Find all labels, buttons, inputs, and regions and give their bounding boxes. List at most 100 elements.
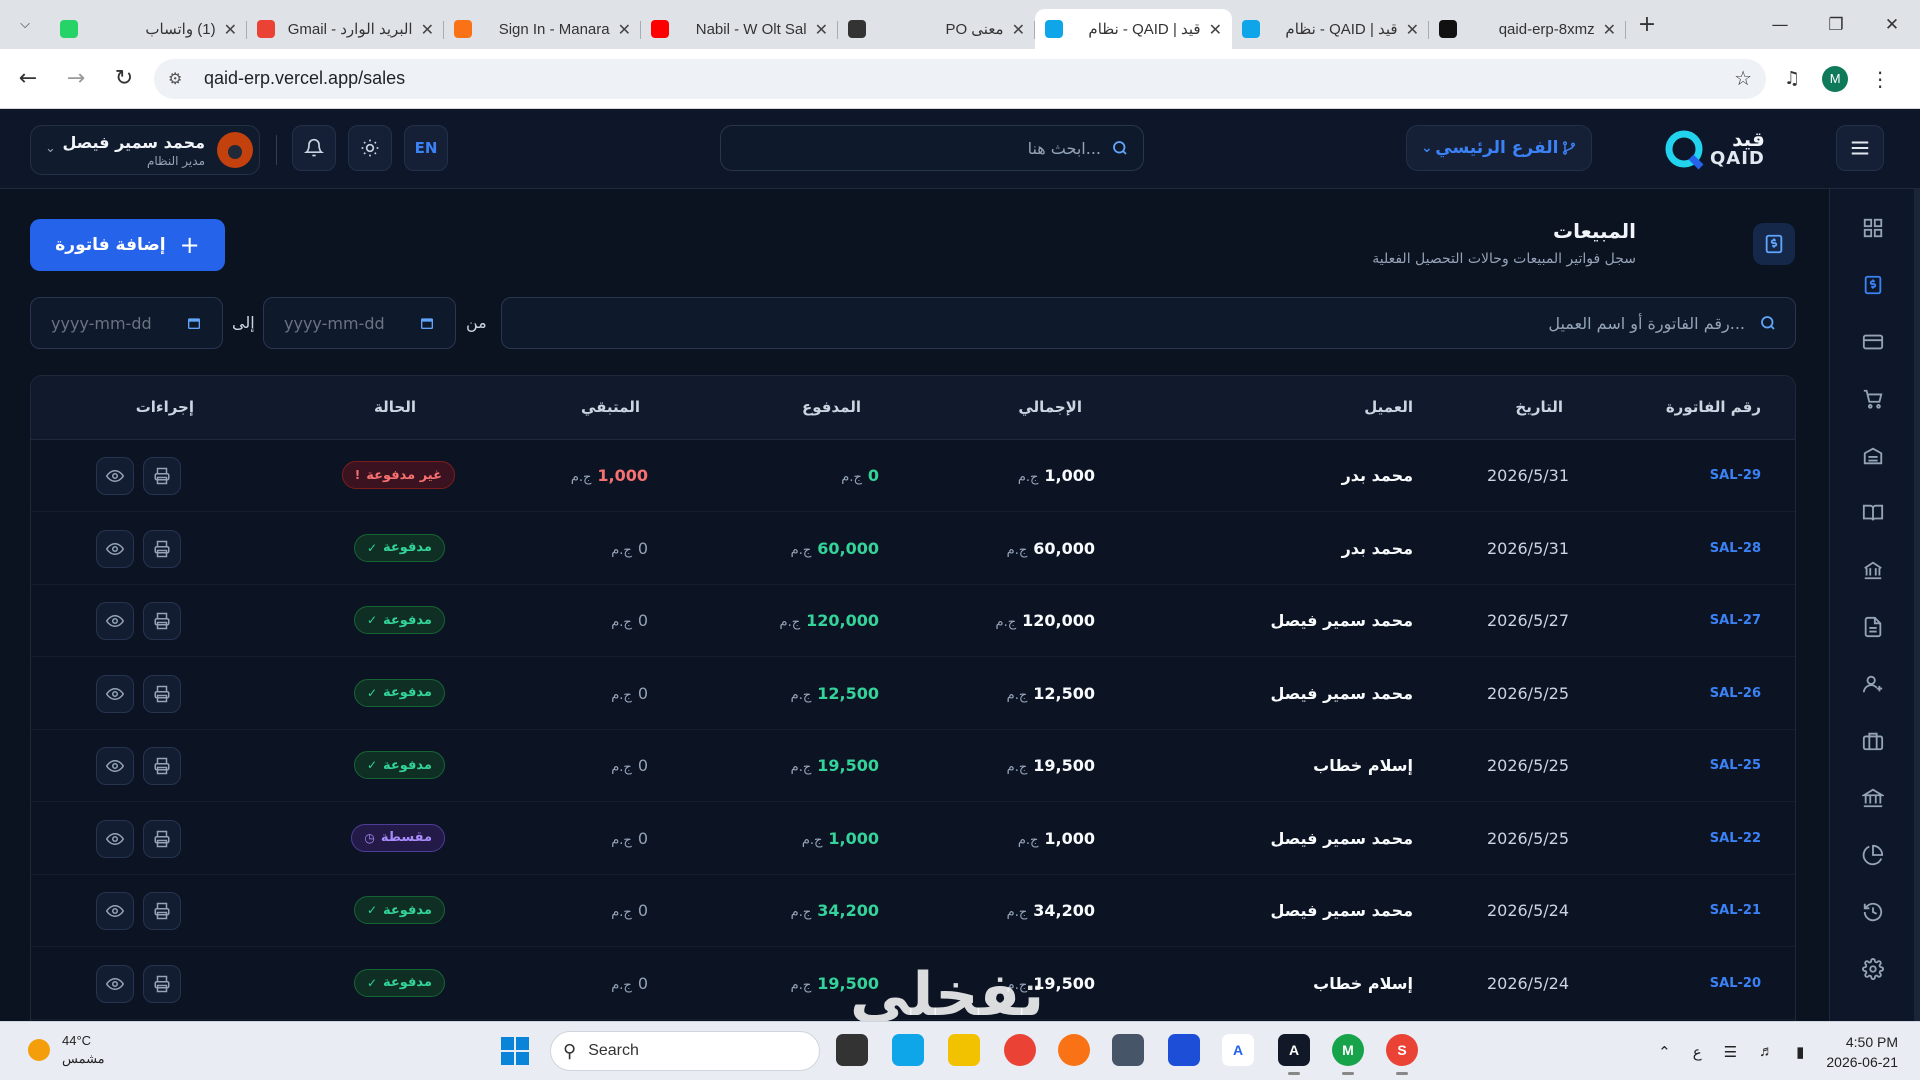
- user-menu[interactable]: ⌄ محمد سمير فيصل مدير النظام: [30, 125, 260, 175]
- browser-tab[interactable]: qaid-erp-8xmz ✕: [1429, 9, 1626, 49]
- invoice-number[interactable]: SAL-28: [1710, 541, 1761, 556]
- print-button[interactable]: [143, 819, 181, 858]
- file-explorer-icon[interactable]: [948, 1034, 980, 1066]
- bookmark-star-icon[interactable]: ☆: [1734, 66, 1752, 91]
- sidebar-item-payments[interactable]: [1856, 325, 1890, 359]
- view-button[interactable]: [96, 457, 134, 495]
- close-window-icon[interactable]: ✕: [1864, 0, 1920, 49]
- weather-widget[interactable]: 44°C مشمس: [28, 1032, 105, 1068]
- profile-avatar[interactable]: M: [1822, 65, 1849, 92]
- start-button[interactable]: [500, 1036, 530, 1070]
- view-button[interactable]: [96, 747, 134, 785]
- sidebar-item-inventory[interactable]: [1856, 439, 1890, 473]
- close-icon[interactable]: ✕: [421, 20, 434, 39]
- language-button[interactable]: EN: [404, 125, 448, 171]
- col-remaining[interactable]: المتبقي: [581, 398, 640, 416]
- invoice-number[interactable]: SAL-20: [1710, 976, 1761, 991]
- branch-selector[interactable]: ⌄ الفرع الرئيسي: [1406, 125, 1592, 171]
- volume-icon[interactable]: ♬: [1759, 1043, 1774, 1060]
- chrome-profile-s-icon[interactable]: S: [1386, 1034, 1418, 1075]
- table-row[interactable]: SAL-21 2026/5/24 محمد سمير فيصل 34,200ج.م 34…: [31, 875, 1795, 947]
- print-button[interactable]: [143, 964, 181, 1003]
- sidebar-item-journal[interactable]: [1856, 496, 1890, 530]
- taskbar-search[interactable]: ⚲ Search: [550, 1031, 820, 1071]
- omnibox[interactable]: ⚙ qaid-erp.vercel.app/sales ☆: [154, 58, 1766, 99]
- invoice-search-input[interactable]: رقم الفاتورة أو اسم العميل...: [501, 297, 1796, 349]
- theme-toggle-button[interactable]: [348, 125, 392, 171]
- close-icon[interactable]: ✕: [224, 20, 237, 39]
- print-button[interactable]: [143, 674, 181, 713]
- battery-icon[interactable]: ▮: [1796, 1043, 1804, 1061]
- hamburger-menu-button[interactable]: [1836, 125, 1884, 171]
- browser-tab[interactable]: Nabil - W Olt Sal ✕: [641, 9, 838, 49]
- browser-menu-icon[interactable]: ⋮: [1870, 67, 1890, 91]
- browser-tab[interactable]: قيد | QAID - نظام ✕: [1035, 9, 1232, 49]
- tray-overflow-icon[interactable]: ⌃: [1658, 1043, 1671, 1061]
- sidebar-item-hr[interactable]: [1856, 724, 1890, 758]
- close-icon[interactable]: ✕: [1406, 20, 1419, 39]
- browser-tab[interactable]: Sign In - Manara ✕: [444, 9, 641, 49]
- reload-icon[interactable]: ↻: [104, 59, 144, 99]
- remote-desktop-icon[interactable]: [1168, 1034, 1200, 1066]
- to-date-input[interactable]: yyyy-mm-dd: [30, 297, 223, 349]
- browser-tab[interactable]: قيد | QAID - نظام ✕: [1232, 9, 1429, 49]
- site-info-icon[interactable]: ⚙: [168, 69, 190, 89]
- from-date-input[interactable]: yyyy-mm-dd: [263, 297, 456, 349]
- invoice-number[interactable]: SAL-22: [1710, 831, 1761, 846]
- invoice-number[interactable]: SAL-21: [1710, 903, 1761, 918]
- col-total[interactable]: الإجمالي: [1018, 398, 1082, 416]
- chrome-icon[interactable]: [1004, 1034, 1036, 1066]
- print-button[interactable]: [143, 747, 181, 785]
- sidebar-item-settings[interactable]: [1856, 952, 1890, 986]
- col-invoice[interactable]: رقم الفاتورة: [1666, 398, 1761, 416]
- invoice-number[interactable]: SAL-25: [1710, 758, 1761, 773]
- edge-icon[interactable]: [892, 1034, 924, 1066]
- new-tab-button[interactable]: +: [1632, 10, 1662, 40]
- global-search-input[interactable]: ابحث هنا...: [720, 125, 1144, 171]
- col-date[interactable]: التاريخ: [1515, 398, 1563, 416]
- input-language[interactable]: ع: [1693, 1043, 1702, 1061]
- browser-tab[interactable]: البريد الوارد - Gmail ✕: [247, 9, 444, 49]
- sidebar-item-documents[interactable]: [1856, 610, 1890, 644]
- close-icon[interactable]: ✕: [1209, 20, 1222, 39]
- sidebar-item-reports[interactable]: [1856, 838, 1890, 872]
- calendar-icon[interactable]: [186, 315, 202, 331]
- view-button[interactable]: [96, 819, 134, 858]
- sidebar-item-assets[interactable]: [1856, 781, 1890, 815]
- notifications-button[interactable]: [292, 125, 336, 171]
- back-icon[interactable]: ←: [8, 59, 48, 99]
- media-control-icon[interactable]: ♫: [1784, 68, 1800, 89]
- sidebar-item-users[interactable]: [1856, 667, 1890, 701]
- close-icon[interactable]: ✕: [1012, 20, 1025, 39]
- table-row[interactable]: SAL-28 2026/5/31 محمد بدر 60,000 ج.م 60,000 ج.…: [31, 513, 1795, 585]
- calculator-icon[interactable]: [1112, 1034, 1144, 1066]
- browser-tab[interactable]: (1) واتساب ✕: [50, 9, 247, 49]
- table-row[interactable]: SAL-27 2026/5/27 محمد سمير فيصل 120,000ج.م 1…: [31, 585, 1795, 657]
- print-button[interactable]: [143, 529, 181, 568]
- sidebar-item-history[interactable]: [1856, 895, 1890, 929]
- sidebar-item-purchases[interactable]: [1856, 382, 1890, 416]
- close-icon[interactable]: ✕: [1603, 20, 1616, 39]
- view-button[interactable]: [96, 892, 134, 930]
- minimize-icon[interactable]: —: [1752, 0, 1808, 49]
- print-button[interactable]: [143, 457, 181, 495]
- app-a-icon[interactable]: A: [1222, 1034, 1254, 1066]
- invoice-number[interactable]: SAL-29: [1710, 468, 1761, 483]
- forward-icon[interactable]: →: [56, 59, 96, 99]
- tab-search-icon[interactable]: ⌵: [10, 10, 40, 40]
- invoice-number[interactable]: SAL-26: [1710, 686, 1761, 701]
- table-row[interactable]: SAL-26 2026/5/25 محمد سمير فيصل 12,500ج.م 12…: [31, 658, 1795, 730]
- sidebar-item-dashboard[interactable]: [1856, 211, 1890, 245]
- close-icon[interactable]: ✕: [618, 20, 631, 39]
- sidebar-item-sales[interactable]: [1856, 268, 1890, 302]
- browser-tab[interactable]: معنى PO ✕: [838, 9, 1035, 49]
- add-invoice-button[interactable]: إضافة فاتورة +: [30, 219, 225, 271]
- col-client[interactable]: العميل: [1364, 398, 1413, 416]
- firefox-icon[interactable]: [1058, 1034, 1090, 1066]
- close-icon[interactable]: ✕: [815, 20, 828, 39]
- qaid-logo[interactable]: قيد QAID: [1664, 125, 1780, 173]
- table-row[interactable]: SAL-25 2026/5/25 إسلام خطاب 19,500ج.م 19,500…: [31, 730, 1795, 802]
- col-paid[interactable]: المدفوع: [802, 398, 861, 416]
- view-button[interactable]: [96, 674, 134, 713]
- wifi-icon[interactable]: ☰: [1724, 1043, 1737, 1061]
